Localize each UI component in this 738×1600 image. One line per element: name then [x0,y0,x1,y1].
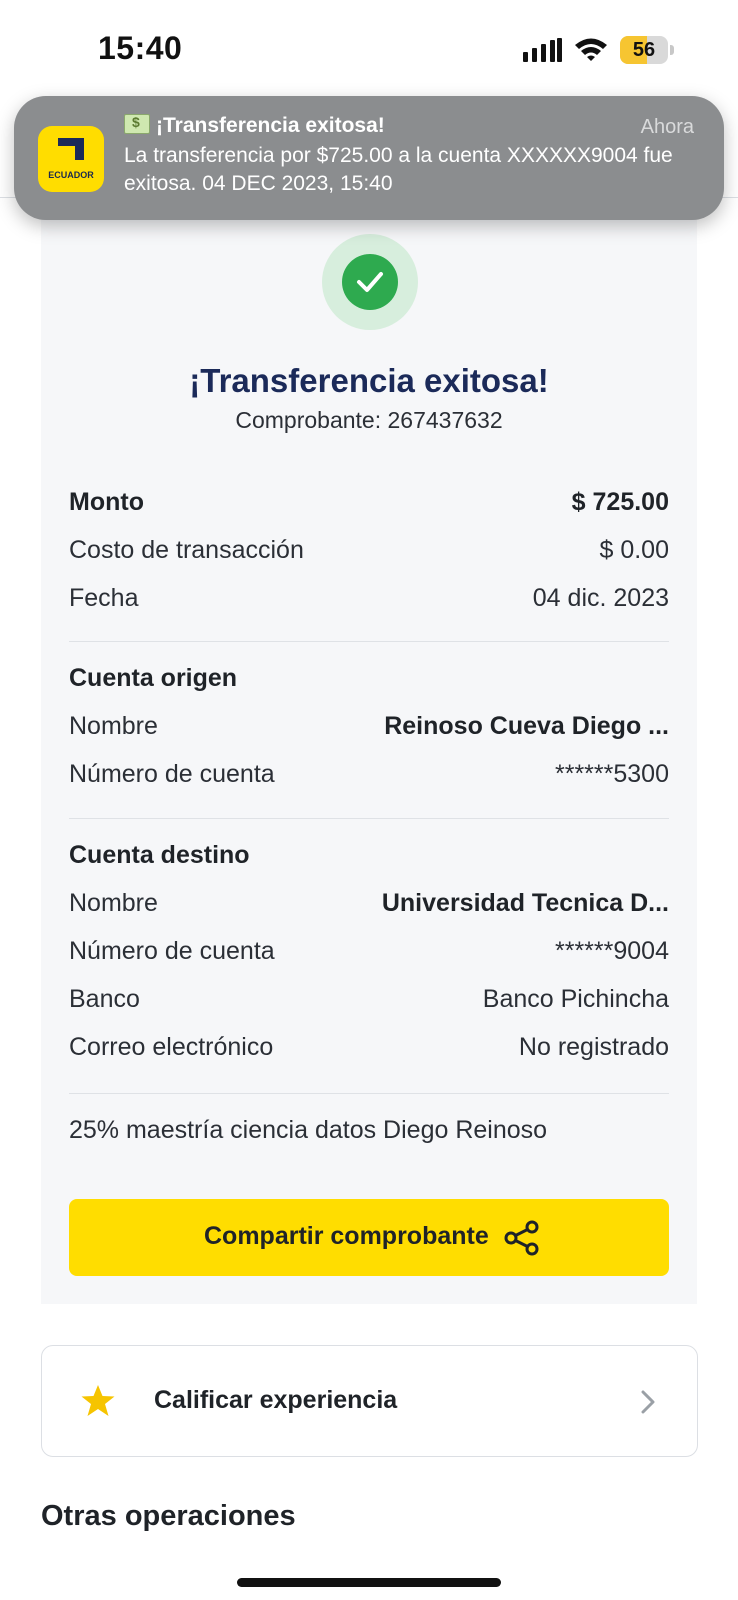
destination-account-label: Número de cuenta [69,937,275,965]
notification-title: ¡Transferencia exitosa! [124,114,385,138]
receipt-number: Comprobante: 267437632 [235,407,503,433]
divider [69,641,669,642]
checkmark-icon [357,272,383,292]
cost-label: Costo de transacción [69,536,304,564]
bank-logo-icon [58,138,84,160]
email-row: Correo electrónico No registrado [69,1033,669,1065]
origin-account-value: ******5300 [555,760,669,788]
status-time: 15:40 [98,30,183,66]
money-emoji-icon [124,114,150,134]
amount-row: Monto $ 725.00 [69,488,669,520]
notification-time: Ahora [640,116,694,138]
app-icon-label: ECUADOR [48,170,94,180]
cost-value: $ 0.00 [599,536,669,564]
cost-row: Costo de transacción $ 0.00 [69,536,669,568]
share-receipt-label: Compartir comprobante [204,1222,489,1250]
status-bar: 15:40 56 [0,0,738,96]
origin-heading: Cuenta origen [69,664,238,692]
cellular-signal-icon [523,38,562,62]
share-receipt-button[interactable]: Compartir comprobante [69,1199,669,1276]
rate-experience-card[interactable]: Calificar experiencia [41,1345,698,1457]
destination-name-value: Universidad Tecnica D... [381,889,669,917]
destination-account-value: ******9004 [555,937,669,965]
destination-name-label: Nombre [69,889,158,917]
amount-value: $ 725.00 [571,488,669,516]
divider [69,818,669,819]
origin-account-label: Número de cuenta [69,760,275,788]
star-icon [81,1385,115,1416]
divider [69,1093,669,1094]
home-indicator[interactable] [237,1578,501,1587]
date-label: Fecha [69,584,139,612]
date-row: Fecha 04 dic. 2023 [69,584,669,616]
destination-name-row: Nombre Universidad Tecnica D... [69,889,669,921]
bank-value: Banco Pichincha [482,985,669,1013]
origin-name-value: Reinoso Cueva Diego ... [384,712,669,740]
date-value: 04 dic. 2023 [532,584,669,612]
destination-heading: Cuenta destino [69,841,250,869]
app-icon: ECUADOR [38,126,104,192]
origin-name-label: Nombre [69,712,158,740]
battery-level: 56 [632,39,656,61]
battery-icon: 56 [620,36,674,64]
email-value: No registrado [518,1033,669,1061]
bank-label: Banco [69,985,140,1013]
share-icon [504,1220,539,1256]
origin-name-row: Nombre Reinoso Cueva Diego ... [69,712,669,744]
chevron-right-icon [641,1390,655,1414]
bank-row: Banco Banco Pichincha [69,985,669,1017]
success-title: ¡Transferencia exitosa! [189,362,549,399]
rate-experience-label: Calificar experiencia [154,1386,398,1414]
destination-account-row: Número de cuenta ******9004 [69,937,669,969]
notification-body: La transferencia por $725.00 a la cuenta… [124,144,673,195]
success-icon [322,234,418,330]
email-label: Correo electrónico [69,1033,274,1061]
transfer-description: 25% maestría ciencia datos Diego Reinoso [69,1116,548,1144]
notification-banner[interactable]: ECUADOR ¡Transferencia exitosa! Ahora La… [14,96,724,220]
origin-account-row: Número de cuenta ******5300 [69,760,669,792]
notification-title-text: ¡Transferencia exitosa! [156,114,385,137]
amount-label: Monto [69,488,144,516]
wifi-icon [575,38,607,61]
other-operations-heading: Otras operaciones [41,1500,296,1532]
